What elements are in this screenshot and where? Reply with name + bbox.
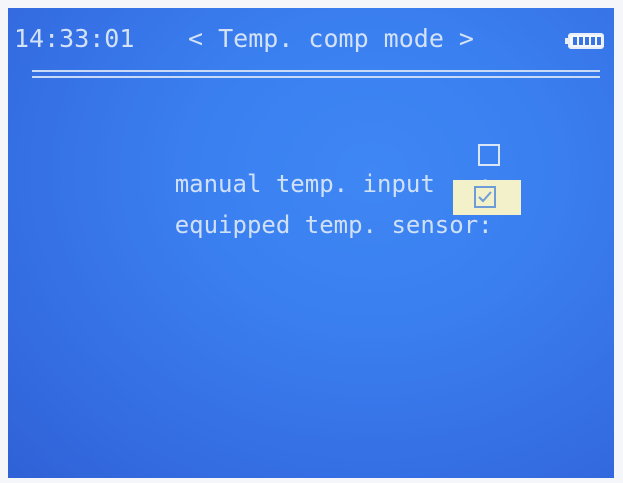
- battery-bar: [579, 37, 583, 45]
- battery-bar: [573, 37, 577, 45]
- header-divider-bottom: [32, 76, 600, 78]
- battery-bar: [597, 37, 601, 45]
- battery-bar: [591, 37, 595, 45]
- option-equipped-temp-sensor[interactable]: equipped temp. sensor:: [88, 183, 493, 267]
- lcd-screen: 14:33:01 < Temp. comp mode > manual temp…: [8, 8, 614, 478]
- status-header: 14:33:01 < Temp. comp mode >: [8, 8, 614, 70]
- battery-bar: [585, 37, 589, 45]
- device-frame: 14:33:01 < Temp. comp mode > manual temp…: [0, 0, 623, 483]
- equipped-temp-sensor-checkbox[interactable]: [474, 186, 496, 208]
- header-divider-top: [32, 70, 600, 72]
- mode-title[interactable]: < Temp. comp mode >: [188, 24, 474, 53]
- manual-temp-input-checkbox[interactable]: [478, 144, 500, 166]
- checkmark-icon: [478, 191, 492, 203]
- option-label: equipped temp. sensor:: [174, 211, 493, 239]
- battery-icon: [565, 33, 604, 49]
- clock-time: 14:33:01: [14, 24, 135, 53]
